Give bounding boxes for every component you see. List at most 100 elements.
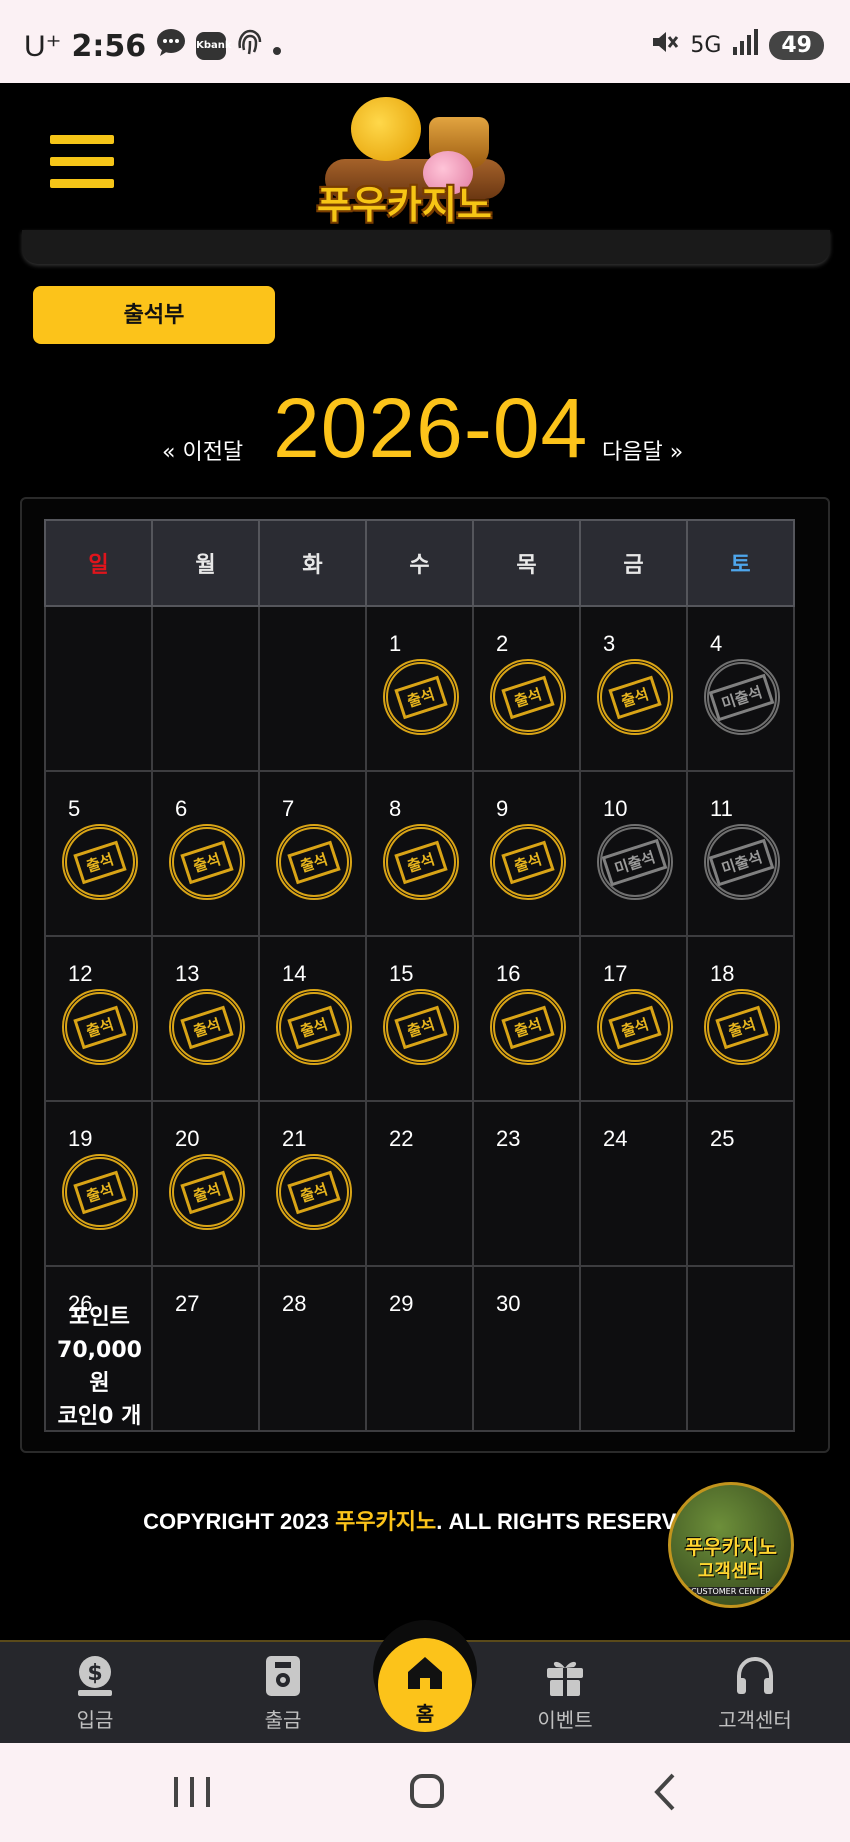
- day-number: 2: [496, 631, 509, 656]
- calendar-day-cell: 12 출석: [44, 935, 153, 1102]
- day-number: 13: [175, 961, 200, 986]
- calendar-day-cell: 9 출석: [472, 770, 581, 937]
- menu-icon[interactable]: [50, 135, 114, 191]
- chat-icon: [156, 28, 186, 64]
- stamp-label: 출석: [180, 1005, 234, 1049]
- weekday-sat: 토: [686, 519, 795, 607]
- stamp-label: 출석: [287, 1005, 341, 1049]
- day-number: 9: [496, 796, 509, 821]
- day-number: 16: [496, 961, 521, 986]
- gift-icon: [543, 1654, 587, 1698]
- day-number: 1: [389, 631, 402, 656]
- calendar-day-cell: 8 출석: [365, 770, 474, 937]
- day-number: 29: [389, 1291, 414, 1316]
- nav-support[interactable]: 고객센터: [690, 1642, 820, 1745]
- calendar-day-cell: 25: [686, 1100, 795, 1267]
- back-icon[interactable]: [637, 1769, 697, 1815]
- home-system-icon[interactable]: [397, 1769, 457, 1815]
- calendar-empty-cell: [579, 1265, 688, 1432]
- mute-icon: [650, 28, 680, 62]
- calendar-day-cell: 1 출석: [365, 605, 474, 772]
- stamp-label: 출석: [394, 675, 448, 719]
- nav-deposit-label: 입금: [76, 1708, 114, 1732]
- calendar-day-cell: 6 출석: [151, 770, 260, 937]
- calendar-day-cell: 26 포인트 70,000 원 코인0 개: [44, 1265, 153, 1432]
- calendar-table: 일 월 화 수 목 금 토 1 출석 2 출석 3 출석 4 미출석 5 출석 6 출석 7 출석 8 출석 9…: [44, 519, 795, 1432]
- calendar-day-cell: 16 출석: [472, 935, 581, 1102]
- point-value: 70,000 원: [57, 1338, 142, 1396]
- calendar-day-cell: 27: [151, 1265, 260, 1432]
- stamp-label: 출석: [394, 1005, 448, 1049]
- svg-text:$: $: [87, 1661, 102, 1686]
- day-number: 8: [389, 796, 402, 821]
- system-nav-bar: [0, 1743, 850, 1842]
- calendar-week-row: 12 출석 13 출석 14 출석 15 출석 16 출석 17 출석 18 출석: [44, 935, 795, 1102]
- nav-event[interactable]: 이벤트: [500, 1642, 630, 1745]
- coin-value: 0: [98, 1404, 114, 1429]
- app-header: 푸우카지노: [0, 83, 850, 253]
- carrier-label: U⁺: [24, 29, 62, 63]
- calendar-day-cell: 4 미출석: [686, 605, 795, 772]
- attended-stamp: 출석: [383, 824, 459, 900]
- bear-illustration: [351, 97, 421, 161]
- fingerprint-icon: [236, 28, 262, 64]
- calendar-day-cell: 10 미출석: [579, 770, 688, 937]
- calendar-day-cell: 7 출석: [258, 770, 367, 937]
- customer-center-badge[interactable]: 푸우카지노 고객센터 CUSTOMER CENTER: [668, 1482, 794, 1608]
- menu-panel-edge: [22, 230, 830, 264]
- attended-stamp: 출석: [276, 1154, 352, 1230]
- attended-stamp: 출석: [169, 1154, 245, 1230]
- cs-badge-subtitle: 고객센터: [697, 1561, 765, 1582]
- calendar-empty-cell: [258, 605, 367, 772]
- calendar-day-cell: 19 출석: [44, 1100, 153, 1267]
- site-logo[interactable]: 푸우카지노: [305, 89, 545, 239]
- calendar-day-cell: 20 출석: [151, 1100, 260, 1267]
- withdraw-icon: [261, 1654, 305, 1698]
- day-number: 10: [603, 796, 628, 821]
- nav-deposit[interactable]: $ 입금: [30, 1642, 160, 1745]
- current-month: 2026-04: [273, 381, 589, 475]
- attended-stamp: 출석: [704, 989, 780, 1065]
- stamp-label: 출석: [608, 675, 662, 719]
- calendar-day-cell: 13 출석: [151, 935, 260, 1102]
- kbank-icon: Kbank: [196, 32, 232, 60]
- calendar-day-cell: 5 출석: [44, 770, 153, 937]
- calendar-day-cell: 2 출석: [472, 605, 581, 772]
- stamp-label: 출석: [501, 840, 555, 884]
- calendar-day-cell: 29: [365, 1265, 474, 1432]
- attended-stamp: 출석: [276, 989, 352, 1065]
- day-number: 3: [603, 631, 616, 656]
- battery-indicator: 49: [769, 30, 824, 60]
- day-number: 5: [68, 796, 81, 821]
- day-number: 12: [68, 961, 93, 986]
- nav-withdraw[interactable]: 출금: [218, 1642, 348, 1745]
- attendance-button[interactable]: 출석부: [33, 286, 275, 344]
- copyright-prefix: COPYRIGHT 2023: [143, 1509, 336, 1534]
- day-number: 14: [282, 961, 307, 986]
- attended-stamp: 출석: [383, 989, 459, 1065]
- calendar-week-row: 26 포인트 70,000 원 코인0 개 27 28 29 30: [44, 1265, 795, 1432]
- prev-month-link[interactable]: « 이전달: [162, 434, 243, 466]
- day-number: 25: [710, 1126, 735, 1151]
- attended-stamp: 출석: [62, 1154, 138, 1230]
- weekday-header-row: 일 월 화 수 목 금 토: [44, 519, 795, 607]
- nav-event-label: 이벤트: [537, 1708, 593, 1732]
- day-number: 30: [496, 1291, 521, 1316]
- weekday-mon: 월: [151, 519, 260, 607]
- day-number: 4: [710, 631, 723, 656]
- nav-home[interactable]: 홈: [378, 1638, 472, 1732]
- attended-stamp: 출석: [276, 824, 352, 900]
- weekday-fri: 금: [579, 519, 688, 607]
- calendar-day-cell: 23: [472, 1100, 581, 1267]
- signal-icon: [731, 29, 759, 61]
- stamp-label: 출석: [715, 1005, 769, 1049]
- clock: 2:56: [71, 28, 147, 64]
- weekday-sun: 일: [44, 519, 153, 607]
- next-month-link[interactable]: 다음달 »: [602, 434, 683, 466]
- day-number: 6: [175, 796, 188, 821]
- recent-apps-icon[interactable]: [162, 1769, 222, 1815]
- attended-stamp: 출석: [62, 989, 138, 1065]
- day-number: 24: [603, 1126, 628, 1151]
- calendar-week-row: 19 출석 20 출석 21 출석 22 23 24 25: [44, 1100, 795, 1267]
- day-number: 11: [710, 796, 733, 821]
